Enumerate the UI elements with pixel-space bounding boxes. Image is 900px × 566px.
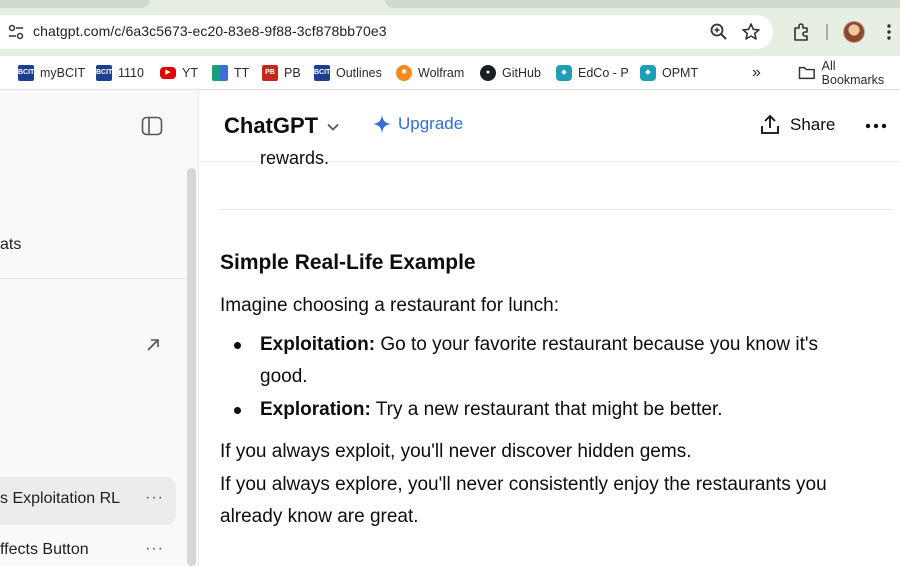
bookmarks-overflow-button[interactable]: » [752,62,761,84]
zoom-icon[interactable] [709,22,729,42]
list-item-term: Exploitation: [260,334,376,355]
sparkle-icon [373,115,391,133]
closing-line: already know are great. [220,506,419,527]
bullet-dot [234,407,241,414]
site-info-icon[interactable] [6,22,26,42]
url-text[interactable]: chatgpt.com/c/6a3c5673-ec20-83e8-9f88-3c… [33,23,387,39]
bookmark-1110[interactable]: BCIT 1110 [96,62,144,84]
sidebar: ats s Exploitation RL ··· ffects Button … [0,90,199,566]
more-options-icon[interactable] [865,123,887,129]
profile-avatar[interactable] [843,21,865,43]
closing-line: If you always explore, you'll never cons… [220,474,827,495]
share-button[interactable]: Share [760,114,835,136]
bcit-icon: BCIT [18,65,34,81]
toolbar-divider [826,24,828,40]
extensions-icon[interactable] [791,22,811,42]
list-item: Exploration: Try a new restaurant that m… [260,399,723,420]
chevron-down-icon[interactable] [326,120,340,134]
chat-options-button[interactable]: ··· [145,489,164,507]
bookmark-yt[interactable]: ▶ YT [160,62,198,84]
bookmark-github[interactable]: ● GitHub [480,62,541,84]
bcit-icon: BCIT [96,65,112,81]
chat-message: rewards. Simple Real-Life Example Imagin… [220,148,900,566]
bookmark-pb[interactable]: PB PB [262,62,301,84]
sidebar-chat-item-active[interactable]: s Exploitation RL ··· [0,477,176,525]
sidebar-divider [0,278,185,279]
bookmark-tt[interactable]: TT [212,62,249,84]
tab-strip [385,0,900,8]
upgrade-button[interactable]: Upgrade [372,114,463,134]
bcit-icon: BCIT [314,65,330,81]
address-bar[interactable]: chatgpt.com/c/6a3c5673-ec20-83e8-9f88-3c… [0,15,773,49]
model-selector[interactable]: ChatGPT [224,113,318,139]
tab-strip [0,0,150,8]
share-icon [761,114,779,134]
clipped-text: rewards. [260,148,330,168]
sidebar-scrollbar[interactable] [187,168,196,566]
section-divider [220,209,892,210]
bullet-dot [234,342,241,349]
edco-icon: ◆ [556,65,572,81]
wolfram-icon: ✺ [396,65,412,81]
bookmark-wolfram[interactable]: ✺ Wolfram [396,62,464,84]
edco-icon: ◆ [640,65,656,81]
intro-paragraph: Imagine choosing a restaurant for lunch: [220,295,560,316]
bookmark-mybcit[interactable]: BCIT myBCIT [18,62,85,84]
bookmark-edco[interactable]: ◆ EdCo - P [556,62,629,84]
chat-title: s Exploitation RL [0,490,121,507]
all-bookmarks-button[interactable]: All Bookmarks [798,59,900,87]
bookmark-outlines[interactable]: BCIT Outlines [314,62,382,84]
youtube-icon: ▶ [160,67,176,79]
chat-title: ffects Button [0,541,89,558]
closing-line: If you always exploit, you'll never disc… [220,441,692,462]
sidebar-toggle-icon[interactable] [141,116,163,136]
bookmarks-bar: BCIT myBCIT BCIT 1110 ▶ YT TT PB PB BCIT Outl… [0,56,900,90]
pb-icon: PB [262,65,278,81]
bookmark-opmt[interactable]: ◆ OPMT [640,62,698,84]
bookmark-star-icon[interactable] [741,22,761,42]
browser-menu-icon[interactable] [884,22,894,42]
chat-options-button[interactable]: ··· [145,540,164,558]
list-item-term: Exploration: [260,399,371,420]
sidebar-chats-label[interactable]: ats [0,236,21,254]
github-icon: ● [480,65,496,81]
browser-toolbar: chatgpt.com/c/6a3c5673-ec20-83e8-9f88-3c… [0,0,900,56]
tt-icon [212,65,228,81]
folder-icon [798,66,815,80]
list-item: Exploitation: Go to your favorite restau… [260,334,819,387]
section-heading: Simple Real-Life Example [220,251,476,274]
external-arrow-icon[interactable] [145,337,161,353]
